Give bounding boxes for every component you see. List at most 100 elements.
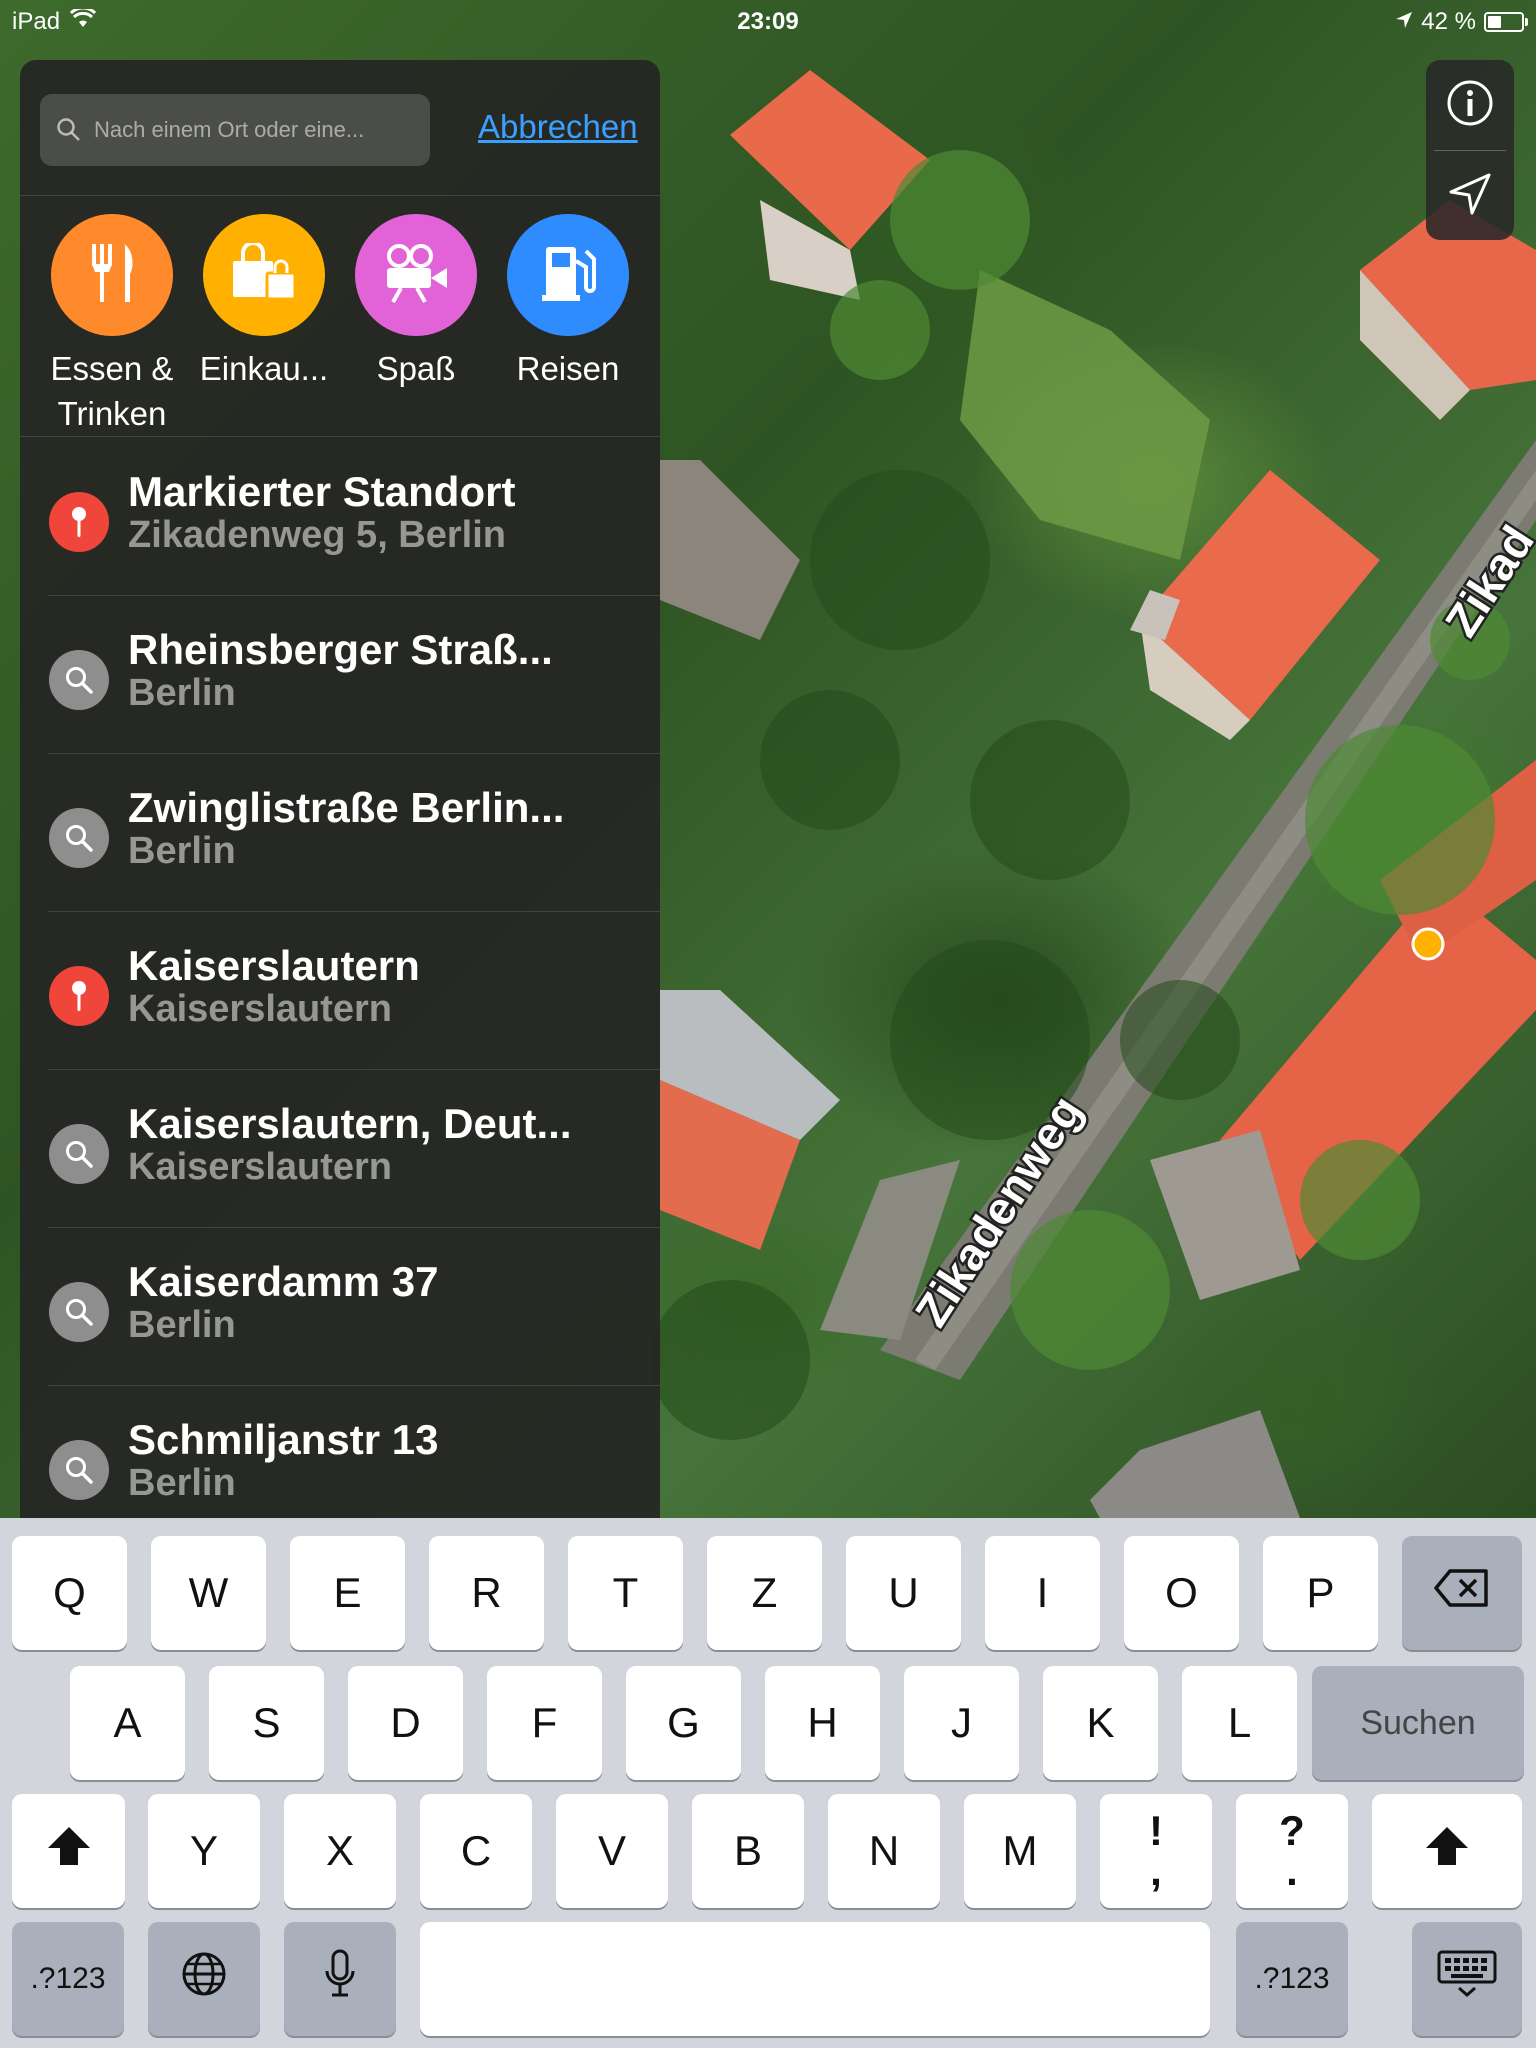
search-field[interactable] [40, 94, 430, 166]
search-icon [49, 1124, 109, 1184]
numbers-key-left[interactable]: .?123 [12, 1922, 124, 2036]
globe-key[interactable] [148, 1922, 260, 2036]
location-arrow-icon [1447, 171, 1493, 222]
category-shortcuts: Essen & Trinken Einkau... Spaß Reisen [20, 214, 660, 434]
key-bottom-symbol: . [1286, 1847, 1298, 1894]
category-shopping[interactable]: Einkau... [188, 214, 340, 391]
key-p[interactable]: P [1263, 1536, 1378, 1650]
house-left-gray [660, 460, 800, 640]
search-input[interactable] [92, 116, 406, 144]
key-f[interactable]: F [487, 1666, 602, 1780]
category-label: Spaß [376, 350, 456, 387]
divider [20, 195, 660, 196]
location-arrow-icon [1395, 8, 1413, 36]
shift-icon [1424, 1825, 1470, 1877]
battery-percent: 42 % [1421, 8, 1476, 35]
delete-key[interactable] [1402, 1536, 1522, 1650]
result-title: Kaiserslautern [128, 942, 420, 989]
key-a[interactable]: A [70, 1666, 185, 1780]
house-left-greenhouse [660, 990, 840, 1250]
result-title: Schmiljanstr 13 [128, 1416, 439, 1463]
category-circle [507, 214, 629, 336]
key-o[interactable]: O [1124, 1536, 1239, 1650]
gas-pump-icon [538, 241, 598, 310]
key-v[interactable]: V [556, 1794, 668, 1908]
battery-icon [1484, 12, 1528, 32]
key-d[interactable]: D [348, 1666, 463, 1780]
key-q[interactable]: Q [12, 1536, 127, 1650]
pin-icon [49, 966, 109, 1026]
search-key[interactable]: Suchen [1312, 1666, 1524, 1780]
result-subtitle: Berlin [128, 830, 236, 872]
shift-key-right[interactable] [1372, 1794, 1522, 1908]
key-h[interactable]: H [765, 1666, 880, 1780]
hide-keyboard-key[interactable] [1412, 1922, 1522, 2036]
key-top-symbol: ! [1149, 1807, 1163, 1854]
key-z[interactable]: Z [707, 1536, 822, 1650]
dictation-key[interactable] [284, 1922, 396, 2036]
key-top-symbol: ? [1279, 1807, 1305, 1854]
space-bar[interactable] [420, 1922, 1210, 2036]
result-row[interactable]: Kaiserslautern Kaiserslautern [20, 912, 660, 1070]
key-l[interactable]: L [1182, 1666, 1297, 1780]
key-exclamation-comma[interactable]: !, [1100, 1794, 1212, 1908]
result-row[interactable]: Markierter Standort Zikadenweg 5, Berlin [20, 438, 660, 596]
result-row[interactable]: Kaiserdamm 37 Berlin [20, 1228, 660, 1386]
search-icon [49, 808, 109, 868]
result-subtitle: Zikadenweg 5, Berlin [128, 514, 506, 556]
key-m[interactable]: M [964, 1794, 1076, 1908]
category-circle [203, 214, 325, 336]
backspace-icon [1434, 1569, 1490, 1617]
result-title: Zwinglistraße Berlin... [128, 784, 565, 831]
house-bottom [1090, 1410, 1300, 1518]
key-n[interactable]: N [828, 1794, 940, 1908]
result-subtitle: Berlin [128, 1462, 236, 1504]
key-question-period[interactable]: ?. [1236, 1794, 1348, 1908]
shift-key-left[interactable] [12, 1794, 125, 1908]
category-circle [355, 214, 477, 336]
result-row[interactable]: Kaiserslautern, Deut... Kaiserslautern [20, 1070, 660, 1228]
result-row[interactable]: Zwinglistraße Berlin... Berlin [20, 754, 660, 912]
divider [20, 436, 660, 437]
result-subtitle: Berlin [128, 1304, 236, 1346]
numbers-key-right[interactable]: .?123 [1236, 1922, 1348, 2036]
key-i[interactable]: I [985, 1536, 1100, 1650]
result-title: Kaiserdamm 37 [128, 1258, 439, 1305]
key-c[interactable]: C [420, 1794, 532, 1908]
key-x[interactable]: X [284, 1794, 396, 1908]
locate-me-button[interactable] [1426, 151, 1514, 241]
category-fun[interactable]: Spaß [340, 214, 492, 391]
key-bottom-symbol: , [1150, 1847, 1162, 1894]
category-travel[interactable]: Reisen [492, 214, 644, 391]
keyboard-hide-icon [1437, 1950, 1497, 2008]
result-title: Markierter Standort [128, 468, 516, 515]
category-food-drink[interactable]: Essen & Trinken [36, 214, 188, 436]
shopping-poi-marker[interactable] [1411, 927, 1445, 961]
key-w[interactable]: W [151, 1536, 266, 1650]
search-sidebar: Abbrechen Essen & Trinken [20, 60, 660, 1518]
shopping-bag-icon [229, 240, 299, 308]
result-row[interactable]: Rheinsberger Straß... Berlin [20, 596, 660, 754]
result-subtitle: Berlin [128, 672, 236, 714]
search-row: Abbrechen [40, 94, 650, 166]
cancel-button[interactable]: Abbrechen [478, 108, 638, 146]
pin-icon [49, 492, 109, 552]
category-label: Reisen [516, 350, 620, 387]
key-j[interactable]: J [904, 1666, 1019, 1780]
result-subtitle: Kaiserslautern [128, 988, 393, 1030]
result-row[interactable]: Schmiljanstr 13 Berlin [20, 1386, 660, 1518]
key-g[interactable]: G [626, 1666, 741, 1780]
key-s[interactable]: S [209, 1666, 324, 1780]
key-u[interactable]: U [846, 1536, 961, 1650]
key-k[interactable]: K [1043, 1666, 1158, 1780]
search-icon [49, 1282, 109, 1342]
key-y[interactable]: Y [148, 1794, 260, 1908]
key-e[interactable]: E [290, 1536, 405, 1650]
key-b[interactable]: B [692, 1794, 804, 1908]
key-t[interactable]: T [568, 1536, 683, 1650]
globe-icon [181, 1951, 227, 2007]
key-r[interactable]: R [429, 1536, 544, 1650]
category-circle [51, 214, 173, 336]
info-button[interactable] [1426, 60, 1514, 150]
search-icon [56, 117, 82, 143]
